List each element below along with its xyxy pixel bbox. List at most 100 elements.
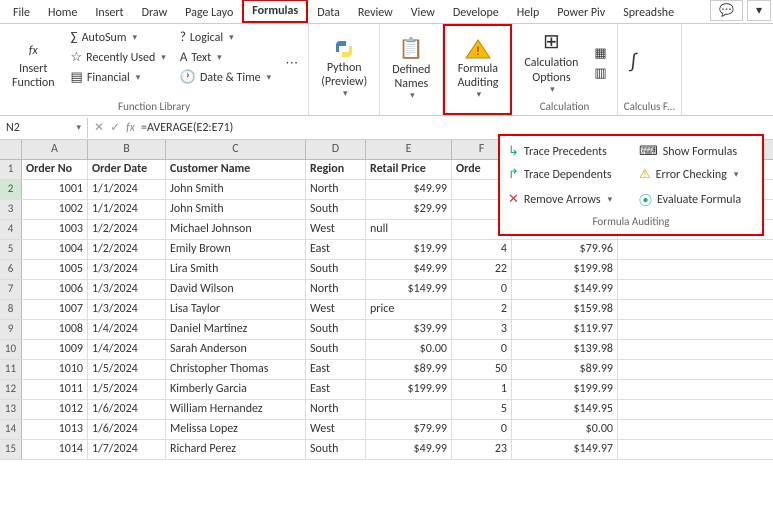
- data-cell[interactable]: North: [306, 180, 366, 199]
- header-cell[interactable]: Order No: [22, 160, 88, 179]
- select-all-corner[interactable]: [0, 140, 22, 159]
- calc-now-button[interactable]: ▦: [590, 44, 610, 63]
- remove-arrows-button[interactable]: ✕Remove Arrows▾: [506, 188, 625, 211]
- data-cell[interactable]: Sarah Anderson: [166, 340, 306, 359]
- text-button[interactable]: AText▾: [176, 48, 275, 67]
- autosum-button[interactable]: ∑AutoSum▾: [67, 28, 170, 47]
- data-cell[interactable]: West: [306, 300, 366, 319]
- row-header[interactable]: 11: [0, 360, 22, 379]
- col-header[interactable]: D: [306, 140, 366, 159]
- more-functions-button[interactable]: ⋯: [281, 54, 302, 73]
- data-cell[interactable]: 1/3/2024: [88, 300, 166, 319]
- data-cell[interactable]: 1/4/2024: [88, 320, 166, 339]
- data-cell[interactable]: $119.97: [512, 320, 618, 339]
- data-cell[interactable]: 1002: [22, 200, 88, 219]
- data-cell[interactable]: Christopher Thomas: [166, 360, 306, 379]
- data-cell[interactable]: $149.99: [512, 280, 618, 299]
- tab-spreadshe[interactable]: Spreadshe: [614, 2, 683, 23]
- data-cell[interactable]: $29.99: [366, 200, 452, 219]
- row-header[interactable]: 12: [0, 380, 22, 399]
- data-cell[interactable]: East: [306, 240, 366, 259]
- show-formulas-button[interactable]: ⌨Show Formulas: [637, 142, 756, 161]
- data-cell[interactable]: South: [306, 260, 366, 279]
- data-cell[interactable]: 1009: [22, 340, 88, 359]
- calc-sheet-button[interactable]: ▥: [590, 64, 610, 83]
- data-cell[interactable]: $79.96: [512, 240, 618, 259]
- data-cell[interactable]: 1/2/2024: [88, 240, 166, 259]
- data-cell[interactable]: 50: [452, 360, 512, 379]
- data-cell[interactable]: East: [306, 360, 366, 379]
- tab-insert[interactable]: Insert: [86, 2, 132, 23]
- calculus-button[interactable]: ∫: [624, 28, 643, 98]
- data-cell[interactable]: $149.97: [512, 440, 618, 459]
- data-cell[interactable]: Melissa Lopez: [166, 420, 306, 439]
- data-cell[interactable]: 1013: [22, 420, 88, 439]
- data-cell[interactable]: 1005: [22, 260, 88, 279]
- formula-auditing-button[interactable]: ! Formula Auditing▾: [451, 30, 504, 109]
- data-cell[interactable]: 1003: [22, 220, 88, 239]
- data-cell[interactable]: [366, 400, 452, 419]
- data-cell[interactable]: 1/4/2024: [88, 340, 166, 359]
- data-cell[interactable]: 0: [452, 420, 512, 439]
- header-cell[interactable]: Order Date: [88, 160, 166, 179]
- tab-home[interactable]: Home: [39, 2, 86, 23]
- data-cell[interactable]: 1007: [22, 300, 88, 319]
- error-checking-button[interactable]: ⚠Error Checking▾: [637, 165, 756, 184]
- tab-power-piv[interactable]: Power Piv: [548, 2, 614, 23]
- data-cell[interactable]: $79.99: [366, 420, 452, 439]
- data-cell[interactable]: $39.99: [366, 320, 452, 339]
- row-header[interactable]: 7: [0, 280, 22, 299]
- data-cell[interactable]: South: [306, 320, 366, 339]
- data-cell[interactable]: 1001: [22, 180, 88, 199]
- data-cell[interactable]: Emily Brown: [166, 240, 306, 259]
- datetime-button[interactable]: 🕐Date & Time▾: [176, 68, 275, 87]
- financial-button[interactable]: ▤Financial▾: [67, 68, 170, 87]
- header-cell[interactable]: Retail Price: [366, 160, 452, 179]
- data-cell[interactable]: $49.99: [366, 260, 452, 279]
- row-header[interactable]: 10: [0, 340, 22, 359]
- data-cell[interactable]: 1/1/2024: [88, 200, 166, 219]
- data-cell[interactable]: South: [306, 440, 366, 459]
- data-cell[interactable]: $149.99: [366, 280, 452, 299]
- row-header[interactable]: 15: [0, 440, 22, 459]
- data-cell[interactable]: William Hernandez: [166, 400, 306, 419]
- data-cell[interactable]: West: [306, 420, 366, 439]
- row-header[interactable]: 6: [0, 260, 22, 279]
- data-cell[interactable]: 1/3/2024: [88, 260, 166, 279]
- tab-page-layo[interactable]: Page Layo: [176, 2, 242, 23]
- data-cell[interactable]: John Smith: [166, 200, 306, 219]
- name-box[interactable]: N2▾: [0, 118, 88, 138]
- data-cell[interactable]: 23: [452, 440, 512, 459]
- fx-icon[interactable]: fx: [126, 121, 135, 135]
- data-cell[interactable]: $89.99: [366, 360, 452, 379]
- col-header[interactable]: A: [22, 140, 88, 159]
- data-cell[interactable]: 1011: [22, 380, 88, 399]
- row-header[interactable]: 14: [0, 420, 22, 439]
- data-cell[interactable]: Kimberly Garcia: [166, 380, 306, 399]
- calculation-options-button[interactable]: ⊞ Calculation Options▾: [518, 28, 584, 98]
- trace-dependents-button[interactable]: ↱Trace Dependents: [506, 165, 625, 184]
- data-cell[interactable]: David Wilson: [166, 280, 306, 299]
- data-cell[interactable]: 1010: [22, 360, 88, 379]
- data-cell[interactable]: 2: [452, 300, 512, 319]
- tab-help[interactable]: Help: [508, 2, 549, 23]
- data-cell[interactable]: $0.00: [512, 420, 618, 439]
- data-cell[interactable]: Michael Johnson: [166, 220, 306, 239]
- row-header[interactable]: 3: [0, 200, 22, 219]
- recently-used-button[interactable]: ☆Recently Used▾: [67, 48, 170, 67]
- tab-draw[interactable]: Draw: [133, 2, 177, 23]
- data-cell[interactable]: $149.95: [512, 400, 618, 419]
- python-button[interactable]: Python (Preview)▾: [315, 28, 373, 111]
- data-cell[interactable]: price: [366, 300, 452, 319]
- tab-view[interactable]: View: [402, 2, 444, 23]
- data-cell[interactable]: 1/3/2024: [88, 280, 166, 299]
- data-cell[interactable]: South: [306, 200, 366, 219]
- data-cell[interactable]: Lira Smith: [166, 260, 306, 279]
- col-header[interactable]: C: [166, 140, 306, 159]
- comments-button[interactable]: 💬: [710, 0, 743, 21]
- data-cell[interactable]: 1014: [22, 440, 88, 459]
- data-cell[interactable]: 0: [452, 280, 512, 299]
- data-cell[interactable]: 1012: [22, 400, 88, 419]
- insert-function-button[interactable]: fx Insert Function: [6, 28, 61, 98]
- data-cell[interactable]: 22: [452, 260, 512, 279]
